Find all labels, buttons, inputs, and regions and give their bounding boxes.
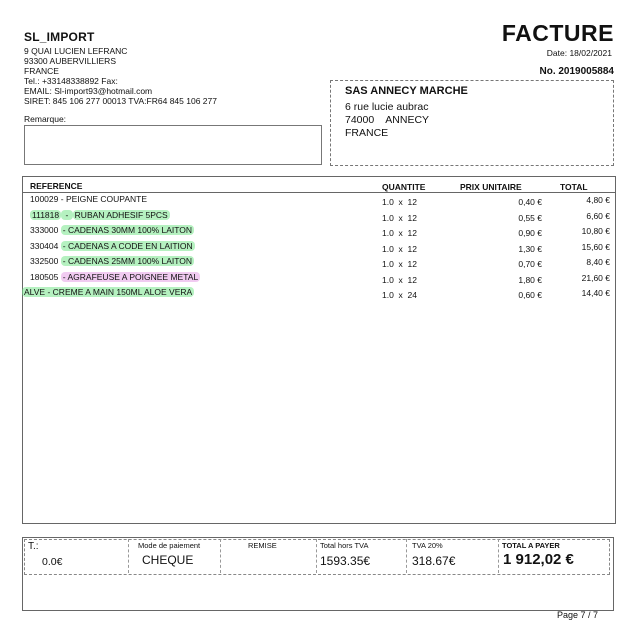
company-email: EMAIL: Sl-import93@hotmail.com [24,86,153,96]
row-reference: 330404 [30,240,59,251]
tva-label: TVA 20% [412,541,443,550]
row-total: 14,40 € [581,288,610,298]
row-reference: 332500 [30,256,59,266]
row-quantity: 1.0 x 12 [382,259,417,269]
header-reference: REFERENCE [30,181,83,191]
company-address-line: 93300 AUBERVILLIERS [24,56,116,66]
row-unit-price: 0,70 € [518,259,542,269]
table-row: 333000 - CADENAS 30MM 100% LAITON 1.0 x … [30,225,610,238]
row-reference: 111818 [30,209,62,220]
totals-divider [128,539,129,573]
row-reference: 333000 [30,225,59,235]
table-row: 111818 - RUBAN ADHESIF 5PCS 1.0 x 12 0,5… [30,209,610,223]
row-unit-price: 0,55 € [518,212,542,223]
total-pay-value: 1 912,02 € [503,551,574,568]
totals-divider [498,539,499,573]
items-header-divider [22,192,616,193]
client-address-line: FRANCE [345,127,389,139]
row-description: CADENAS 25MM 100% LAITON [67,256,193,266]
row-total: 21,60 € [581,272,610,283]
table-row: 100029 - PEIGNE COUPANTE 1.0 x 12 0,40 €… [30,194,610,207]
row-quantity: 1.0 x 24 [382,290,417,300]
row-reference: ALVE [24,287,46,297]
company-address: 9 QUAI LUCIEN LEFRANC 93300 AUBERVILLIER… [24,46,324,106]
client-address-line: 74000 ANNECY [345,114,430,126]
page-number: Page 7 / 7 [556,610,598,620]
ht-value: 1593.35€ [320,554,371,568]
total-pay-label: TOTAL A PAYER [502,541,560,550]
client-name: SAS ANNECY MARCHE [345,85,468,97]
payment-label: Mode de paiement [138,541,201,550]
row-reference: 100029 [30,194,59,204]
row-unit-price: 0,60 € [518,290,542,300]
t-label: T.: [28,541,39,552]
row-total: 10,80 € [581,226,610,236]
header-quantity: QUANTITE [382,182,426,192]
row-unit-price: 1,80 € [518,274,542,285]
row-unit-price: 0,40 € [518,197,542,207]
row-quantity: 1.0 x 12 [382,274,417,285]
client-address-line: 6 rue lucie aubrac [345,101,429,113]
totals-divider [316,539,317,573]
remark-box[interactable] [24,125,322,165]
company-phone: Tel.: +33148338892 Fax: [24,76,118,86]
row-description: CADENAS 30MM 100% LAITON [67,225,193,235]
row-quantity: 1.0 x 12 [382,243,417,254]
row-total: 8,40 € [586,257,610,267]
invoice-number: No. 2019005884 [539,66,614,77]
row-description: PEIGNE COUPANTE [65,194,148,204]
header-unit-price: PRIX UNITAIRE [460,182,522,192]
totals-divider [406,539,407,573]
header-total: TOTAL [560,182,588,192]
ht-label: Total hors TVA [320,541,369,550]
table-row: ALVE - CREME A MAIN 150ML ALOE VERA 1.0 … [22,287,610,300]
t-value: 0.0€ [42,556,63,568]
table-row: 330404 - CADENAS A CODE EN LAITION 1.0 x… [30,240,610,254]
table-row: 180505 - AGRAFEUSE A POIGNEE METAL 1.0 x… [30,271,610,285]
row-description: CREME A MAIN 150ML ALOE VERA [52,287,193,297]
company-address-line: 9 QUAI LUCIEN LEFRANC [24,46,128,56]
totals-divider [220,539,221,573]
company-name: SL_IMPORT [24,30,95,44]
row-description: AGRAFEUSE A POIGNEE METAL [67,271,199,282]
company-address-line: FRANCE [24,66,59,76]
row-quantity: 1.0 x 12 [382,197,417,207]
row-unit-price: 1,30 € [518,243,542,254]
company-siret: SIRET: 845 106 277 00013 TVA:FR64 845 10… [24,96,217,106]
payment-value: CHEQUE [142,553,194,567]
row-quantity: 1.0 x 12 [382,212,417,223]
row-total: 6,60 € [586,210,610,221]
table-row: 332500 - CADENAS 25MM 100% LAITON 1.0 x … [30,256,610,269]
tva-value: 318.67€ [412,554,456,568]
row-unit-price: 0,90 € [518,228,542,238]
invoice-date: Date: 18/02/2021 [546,48,612,58]
row-reference: 180505 [30,271,59,282]
row-description: RUBAN ADHESIF 5PCS [72,209,170,220]
row-total: 15,60 € [581,241,610,252]
row-total: 4,80 € [586,195,610,205]
remark-label: Remarque: [24,114,67,124]
remise-label: REMISE [248,541,277,550]
row-quantity: 1.0 x 12 [382,228,417,238]
row-description: CADENAS A CODE EN LAITION [67,240,193,251]
client-box: SAS ANNECY MARCHE 6 rue lucie aubrac 740… [330,80,614,166]
items-rows: 100029 - PEIGNE COUPANTE 1.0 x 12 0,40 €… [22,194,610,303]
invoice-title: FACTURE [501,20,614,46]
